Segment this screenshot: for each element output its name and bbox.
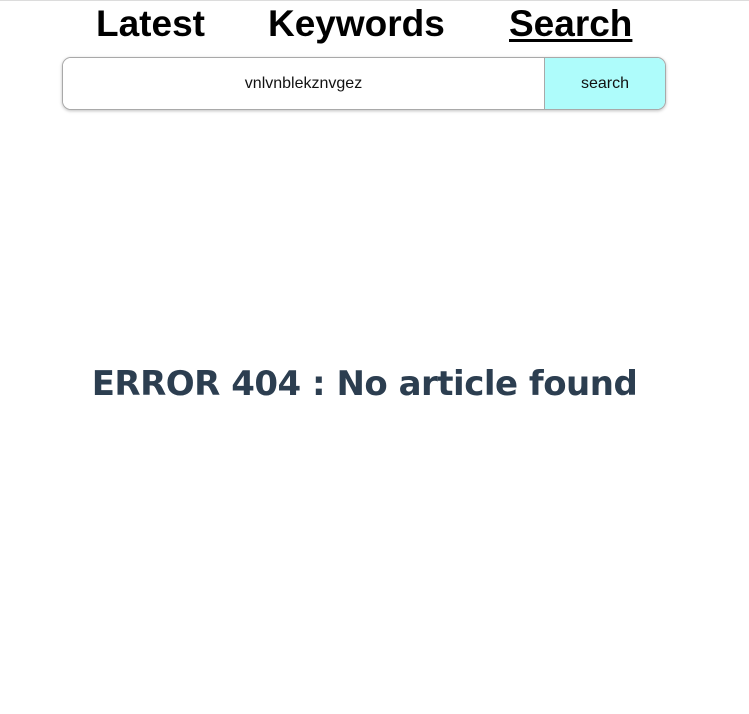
- nav-link-keywords[interactable]: Keywords: [268, 2, 445, 46]
- search-bar: search: [62, 57, 666, 110]
- search-input[interactable]: [63, 58, 544, 109]
- main-nav: Latest Keywords Search: [0, 0, 749, 48]
- search-button[interactable]: search: [544, 58, 665, 109]
- error-message: ERROR 404 : No article found: [91, 364, 638, 404]
- nav-link-search[interactable]: Search: [509, 2, 632, 46]
- nav-link-latest[interactable]: Latest: [96, 2, 205, 46]
